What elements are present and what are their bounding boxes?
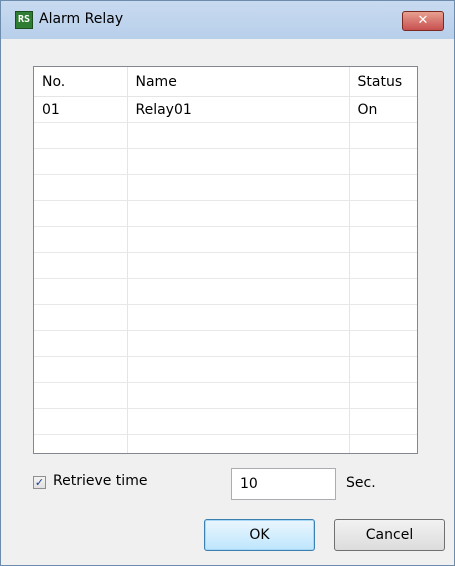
window-title: Alarm Relay bbox=[39, 11, 124, 27]
cell-status bbox=[349, 226, 417, 253]
cell-name bbox=[127, 122, 350, 149]
cell-no bbox=[34, 252, 128, 279]
table-row[interactable] bbox=[34, 330, 417, 357]
cell-status bbox=[349, 304, 417, 331]
cell-no bbox=[34, 408, 128, 435]
cell-status bbox=[349, 330, 417, 357]
column-header-status[interactable]: Status bbox=[349, 67, 417, 97]
alarm-relay-dialog: RS Alarm Relay ✕ No. Name Status 01 Relay… bbox=[0, 0, 455, 566]
retrieve-time-input[interactable] bbox=[231, 468, 336, 500]
cell-name bbox=[127, 356, 350, 383]
cell-name bbox=[127, 174, 350, 201]
cell-name bbox=[127, 278, 350, 305]
table-row[interactable] bbox=[34, 408, 417, 435]
table-row[interactable] bbox=[34, 434, 417, 453]
cell-name bbox=[127, 200, 350, 227]
cell-no bbox=[34, 174, 128, 201]
app-icon: RS bbox=[15, 11, 33, 29]
table-row[interactable] bbox=[34, 226, 417, 253]
cell-status bbox=[349, 278, 417, 305]
ok-button[interactable]: OK bbox=[204, 519, 315, 551]
cell-status bbox=[349, 174, 417, 201]
cell-status bbox=[349, 408, 417, 435]
cell-status bbox=[349, 148, 417, 175]
cell-status bbox=[349, 252, 417, 279]
cell-status bbox=[349, 122, 417, 149]
cell-status bbox=[349, 382, 417, 409]
table-header-row: No. Name Status bbox=[34, 67, 417, 97]
cell-no bbox=[34, 330, 128, 357]
column-header-no[interactable]: No. bbox=[34, 67, 128, 97]
table-row[interactable] bbox=[34, 252, 417, 279]
cell-name bbox=[127, 226, 350, 253]
cell-name bbox=[127, 330, 350, 357]
relay-list[interactable]: No. Name Status 01 Relay01 On bbox=[33, 66, 418, 454]
title-bar[interactable]: RS Alarm Relay ✕ bbox=[1, 1, 454, 39]
seconds-unit-label: Sec. bbox=[346, 475, 376, 491]
cell-no bbox=[34, 226, 128, 253]
cell-name: Relay01 bbox=[127, 96, 350, 123]
cell-status bbox=[349, 434, 417, 453]
table-row[interactable] bbox=[34, 382, 417, 409]
relay-table: No. Name Status 01 Relay01 On bbox=[34, 67, 417, 453]
table-row[interactable] bbox=[34, 278, 417, 305]
cell-no bbox=[34, 278, 128, 305]
cell-name bbox=[127, 434, 350, 453]
cell-no: 01 bbox=[34, 96, 128, 123]
cell-name bbox=[127, 304, 350, 331]
cell-status bbox=[349, 200, 417, 227]
cancel-button[interactable]: Cancel bbox=[334, 519, 445, 551]
table-row[interactable] bbox=[34, 200, 417, 227]
cell-no bbox=[34, 148, 128, 175]
cell-name bbox=[127, 408, 350, 435]
cell-no bbox=[34, 434, 128, 453]
cell-no bbox=[34, 122, 128, 149]
table-row[interactable] bbox=[34, 174, 417, 201]
table-row[interactable] bbox=[34, 356, 417, 383]
table-row[interactable]: 01 Relay01 On bbox=[34, 96, 417, 123]
table-row[interactable] bbox=[34, 122, 417, 149]
cell-no bbox=[34, 382, 128, 409]
cell-no bbox=[34, 200, 128, 227]
table-body: 01 Relay01 On bbox=[34, 96, 417, 453]
retrieve-time-label[interactable]: Retrieve time bbox=[53, 473, 147, 489]
cell-no bbox=[34, 304, 128, 331]
table-row[interactable] bbox=[34, 304, 417, 331]
retrieve-time-checkbox[interactable]: ✓ bbox=[33, 476, 46, 489]
cell-status bbox=[349, 356, 417, 383]
table-row[interactable] bbox=[34, 148, 417, 175]
cell-name bbox=[127, 252, 350, 279]
cell-name bbox=[127, 382, 350, 409]
cell-name bbox=[127, 148, 350, 175]
close-button[interactable]: ✕ bbox=[402, 11, 444, 31]
cell-status: On bbox=[349, 96, 417, 123]
cell-no bbox=[34, 356, 128, 383]
column-header-name[interactable]: Name bbox=[127, 67, 350, 97]
